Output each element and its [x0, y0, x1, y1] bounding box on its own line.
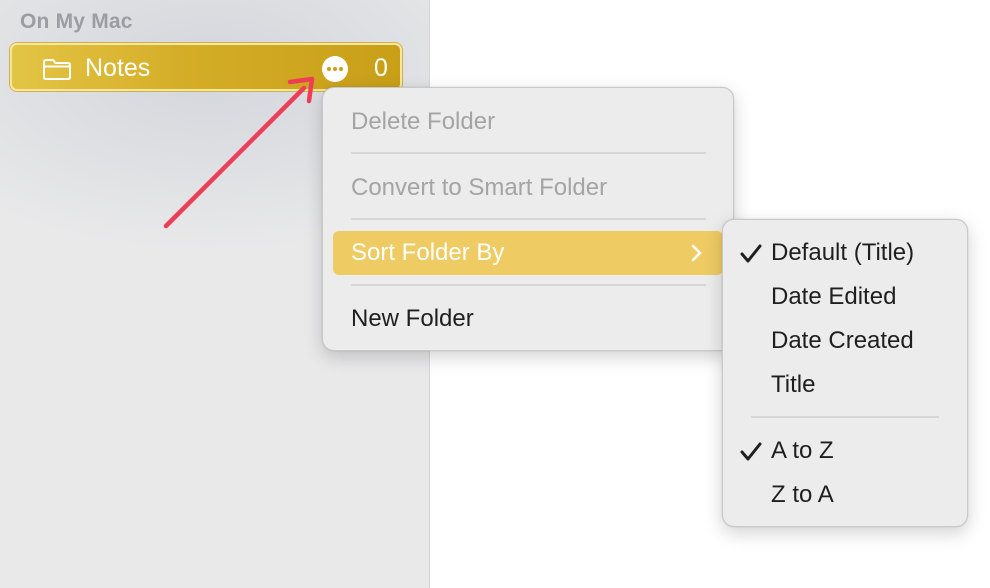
menu-item-label: Convert to Smart Folder: [351, 174, 608, 201]
menu-item-label: Delete Folder: [351, 108, 496, 135]
menu-item-convert-to-smart-folder[interactable]: Convert to Smart Folder: [333, 166, 723, 210]
submenu-item-default-title[interactable]: Default (Title): [771, 231, 914, 275]
menu-item-sort-folder-by[interactable]: Sort Folder By: [333, 231, 723, 275]
submenu-item-a-to-z[interactable]: A to Z: [771, 429, 834, 473]
menu-separator: [351, 284, 706, 286]
folder-note-count: 0: [374, 54, 388, 82]
sidebar-folder-notes[interactable]: Notes 0: [10, 43, 402, 91]
submenu-item-title[interactable]: Title: [771, 363, 815, 407]
sidebar-section-label: On My Mac: [20, 10, 133, 33]
menu-separator: [751, 416, 939, 418]
checkmark-icon: [740, 442, 762, 461]
sort-folder-submenu: Default (Title) Date Edited Date Created…: [722, 219, 968, 527]
checkmark-icon: [740, 244, 762, 263]
menu-separator: [351, 218, 706, 220]
menu-item-new-folder[interactable]: New Folder: [333, 297, 723, 341]
submenu-item-date-created[interactable]: Date Created: [771, 319, 914, 363]
chevron-right-icon: [691, 244, 702, 262]
ellipsis-circle-icon[interactable]: [322, 56, 348, 82]
menu-item-label: New Folder: [351, 305, 474, 332]
submenu-item-z-to-a[interactable]: Z to A: [771, 473, 834, 517]
folder-name-label: Notes: [85, 54, 151, 82]
menu-item-delete-folder[interactable]: Delete Folder: [333, 100, 723, 144]
folder-context-menu: Delete Folder Convert to Smart Folder So…: [322, 87, 734, 351]
menu-item-label: Sort Folder By: [351, 239, 505, 266]
folder-icon: [43, 59, 71, 80]
menu-separator: [351, 152, 706, 154]
submenu-item-date-edited[interactable]: Date Edited: [771, 275, 896, 319]
